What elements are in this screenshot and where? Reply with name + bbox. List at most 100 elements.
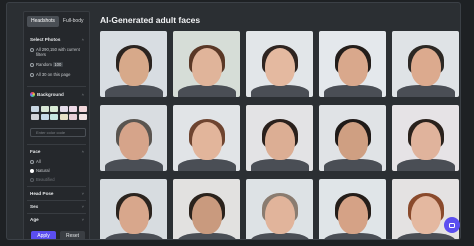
tab-headshots[interactable]: Headshots xyxy=(27,16,59,27)
option-this-page[interactable]: All 30 on this page xyxy=(30,72,70,77)
face-shape xyxy=(191,196,222,235)
shoulders-shape xyxy=(250,85,309,97)
face-photo[interactable] xyxy=(173,31,240,97)
tab-bar: Headshots Full-body xyxy=(27,16,87,27)
face-shape xyxy=(118,122,149,161)
color-swatch[interactable] xyxy=(78,113,87,120)
face-photo[interactable] xyxy=(392,105,459,171)
color-swatch[interactable] xyxy=(40,106,49,112)
shoulders-shape xyxy=(250,159,309,171)
sex-filter[interactable]: Sex xyxy=(30,204,38,209)
color-swatch[interactable] xyxy=(31,106,39,112)
chat-icon xyxy=(449,222,455,228)
face-option-all-label: All xyxy=(36,159,41,164)
shoulders-shape xyxy=(104,85,163,97)
chevron-up-icon[interactable]: ˄ xyxy=(82,37,84,42)
face-option-natural[interactable]: Natural xyxy=(30,168,50,173)
chat-button[interactable] xyxy=(444,217,460,233)
face-shape xyxy=(410,196,441,235)
shoulders-shape xyxy=(323,85,382,97)
divider xyxy=(27,213,86,214)
divider xyxy=(27,86,86,87)
option-all-filtered[interactable]: All 290,150 with current filters xyxy=(30,47,88,57)
shoulders-shape xyxy=(323,159,382,171)
chevron-down-icon[interactable]: ˅ xyxy=(82,191,84,196)
face-photo[interactable] xyxy=(246,105,313,171)
option-this-page-label: All 30 on this page xyxy=(36,72,71,77)
radio-selected-icon[interactable] xyxy=(30,168,34,173)
color-code-input[interactable]: Enter color code xyxy=(30,128,86,137)
background-title: Background xyxy=(37,92,64,97)
face-option-natural-label: Natural xyxy=(36,168,50,173)
face-photo[interactable] xyxy=(319,31,386,97)
option-random-label: Random xyxy=(36,62,52,67)
filter-sidebar: Headshots Full-body Select Photos ˄ All … xyxy=(23,11,90,239)
color-swatch[interactable] xyxy=(59,106,68,112)
reset-button[interactable]: Reset xyxy=(60,231,85,239)
face-shape xyxy=(410,122,441,161)
face-photo[interactable] xyxy=(100,179,167,239)
apply-button[interactable]: Apply xyxy=(31,231,56,239)
shoulders-shape xyxy=(177,159,236,171)
color-swatch[interactable] xyxy=(31,113,39,120)
face-photo[interactable] xyxy=(173,179,240,239)
face-shape xyxy=(118,196,149,235)
divider xyxy=(27,144,86,145)
face-photo[interactable] xyxy=(319,105,386,171)
face-option-beautified[interactable]: Beautified xyxy=(30,177,55,182)
page-title: AI-Generated adult faces xyxy=(100,15,201,25)
tab-full-body[interactable]: Full-body xyxy=(59,16,88,27)
option-random[interactable]: Random 100 xyxy=(30,62,63,67)
chevron-up-icon[interactable]: ˄ xyxy=(82,92,84,97)
background-heading[interactable]: Background xyxy=(30,92,64,97)
face-shape xyxy=(410,48,441,87)
face-shape xyxy=(264,196,295,235)
chevron-down-icon[interactable]: ˅ xyxy=(82,217,84,222)
face-photo[interactable] xyxy=(392,31,459,97)
face-shape xyxy=(191,122,222,161)
shoulders-shape xyxy=(104,159,163,171)
face-shape xyxy=(264,122,295,161)
color-swatch[interactable] xyxy=(50,113,58,120)
face-shape xyxy=(118,48,149,87)
divider xyxy=(27,186,86,187)
face-option-all[interactable]: All xyxy=(30,159,41,164)
face-shape xyxy=(337,122,368,161)
color-wheel-icon xyxy=(30,92,35,97)
face-shape xyxy=(337,196,368,235)
face-photo[interactable] xyxy=(246,179,313,239)
face-shape xyxy=(337,48,368,87)
divider xyxy=(27,200,86,201)
face-photo[interactable] xyxy=(173,105,240,171)
background-swatches xyxy=(31,106,87,120)
color-swatch[interactable] xyxy=(69,113,77,120)
face-option-beautified-label: Beautified xyxy=(36,177,55,182)
option-all-filtered-label: All 290,150 with current filters xyxy=(36,47,80,57)
face-shape xyxy=(264,48,295,87)
face-photo[interactable] xyxy=(100,31,167,97)
head-pose-filter[interactable]: Head Pose xyxy=(30,191,54,196)
color-swatch[interactable] xyxy=(78,106,87,112)
color-swatch[interactable] xyxy=(69,106,77,112)
random-count-input[interactable]: 100 xyxy=(52,62,63,67)
chevron-down-icon[interactable]: ˅ xyxy=(82,204,84,209)
color-swatch[interactable] xyxy=(50,106,58,112)
face-photo[interactable] xyxy=(319,179,386,239)
radio-icon[interactable] xyxy=(30,72,34,77)
radio-icon[interactable] xyxy=(30,177,34,182)
color-swatch[interactable] xyxy=(40,113,49,120)
age-filter[interactable]: Age xyxy=(30,217,39,222)
face-photo[interactable] xyxy=(100,105,167,171)
radio-icon[interactable] xyxy=(30,62,34,67)
photo-grid xyxy=(100,31,459,239)
radio-icon[interactable] xyxy=(30,159,34,164)
face-photo[interactable] xyxy=(246,31,313,97)
face-heading: Face xyxy=(30,149,41,154)
chevron-up-icon[interactable]: ˄ xyxy=(82,149,84,154)
app-window: Headshots Full-body Select Photos ˄ All … xyxy=(6,2,461,240)
face-shape xyxy=(191,48,222,87)
color-swatch[interactable] xyxy=(59,113,68,120)
select-photos-heading: Select Photos xyxy=(30,37,61,42)
radio-icon[interactable] xyxy=(30,47,34,52)
shoulders-shape xyxy=(177,85,236,97)
